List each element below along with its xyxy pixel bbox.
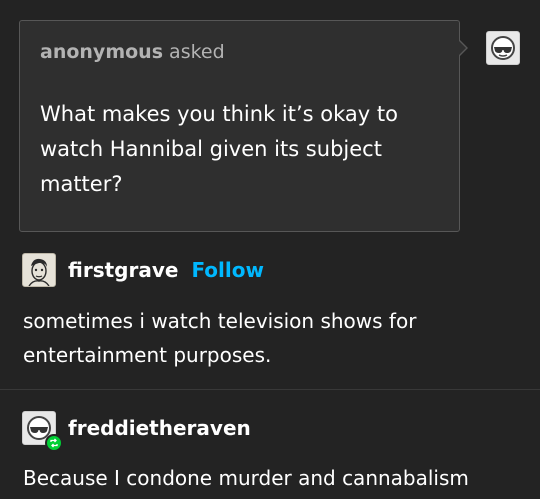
- sketch-avatar-icon[interactable]: [22, 253, 56, 287]
- post-divider: [0, 389, 540, 390]
- follow-button[interactable]: Follow: [191, 258, 264, 282]
- ask-bubble-pointer: [458, 39, 468, 57]
- ask-bubble: anonymous asked What makes you think it’…: [19, 20, 460, 232]
- reply-username[interactable]: firstgrave: [68, 258, 178, 282]
- reblog-icon: [45, 434, 63, 452]
- reblog-header: freddietheraven: [22, 411, 251, 452]
- sunglasses-avatar-icon[interactable]: [22, 411, 63, 452]
- ask-question: What makes you think it’s okay to watch …: [40, 102, 398, 196]
- asked-label: asked: [169, 41, 225, 63]
- asker-line: anonymous asked: [40, 41, 225, 63]
- reply-text: sometimes i watch television shows for e…: [23, 309, 417, 367]
- reblog-username[interactable]: freddietheraven: [68, 416, 251, 440]
- anonymous-avatar-icon[interactable]: [486, 31, 520, 65]
- reply-header: firstgrave Follow: [22, 253, 264, 287]
- asker-name[interactable]: anonymous: [40, 41, 163, 63]
- reblog-text: Because I condone murder and cannabalism: [23, 466, 469, 490]
